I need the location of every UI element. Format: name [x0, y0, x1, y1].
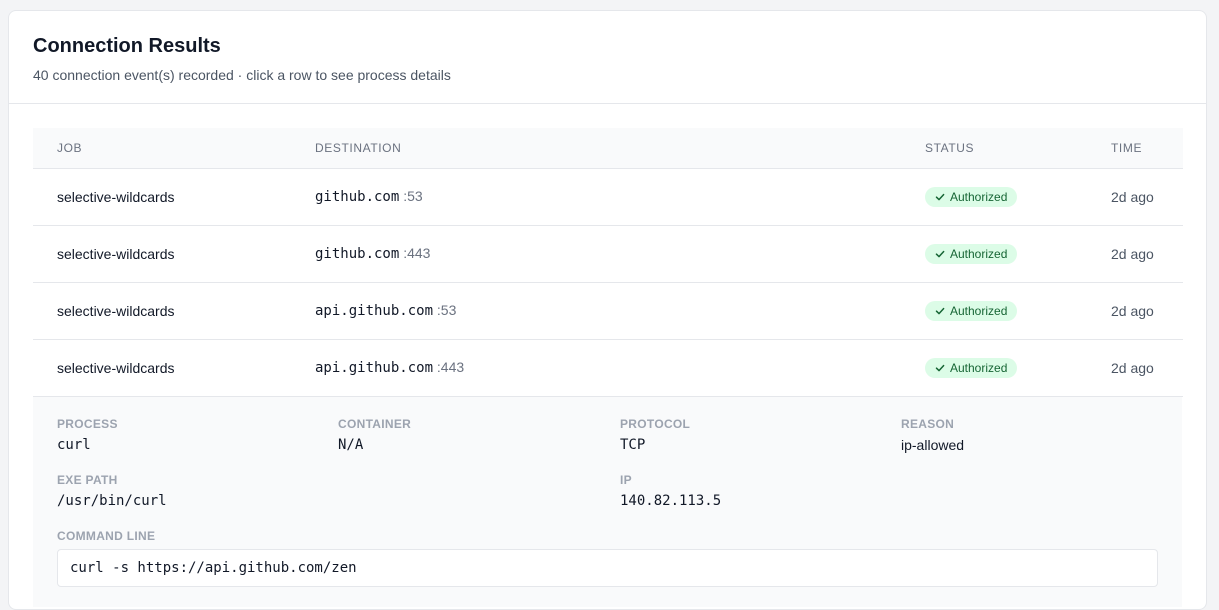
command-line-label: COMMAND LINE [57, 528, 156, 543]
protocol-field: PROTOCOL TCP [620, 417, 690, 453]
connections-table: JOB DESTINATION STATUS TIME selective-wi… [33, 128, 1183, 397]
reason-field: REASON ip-allowed [901, 417, 964, 453]
process-field: PROCESS curl [57, 417, 118, 453]
destination-cell: github.com :53 [291, 168, 901, 225]
status-cell: Authorized [901, 225, 1087, 282]
container-label: CONTAINER [338, 416, 412, 431]
ip-value: 140.82.113.5 [620, 492, 722, 509]
table-header-row: JOB DESTINATION STATUS TIME [33, 128, 1183, 168]
reason-value: ip-allowed [901, 436, 965, 453]
status-cell: Authorized [901, 168, 1087, 225]
table-row[interactable]: selective-wildcards api.github.com :53 A… [33, 282, 1183, 339]
exe-path-label: EXE PATH [57, 472, 118, 487]
destination-host: github.com [315, 189, 400, 205]
check-icon [935, 364, 945, 371]
destination-cell: api.github.com :443 [291, 339, 901, 396]
container-value: N/A [338, 436, 364, 453]
process-details-panel: PROCESS curl CONTAINER N/A PROTOCOL TCP … [33, 396, 1182, 607]
time-cell: 2d ago [1111, 245, 1154, 262]
time-cell: 2d ago [1111, 359, 1154, 376]
time-cell: 2d ago [1111, 188, 1154, 205]
status-cell: Authorized [901, 282, 1087, 339]
status-cell: Authorized [901, 339, 1087, 396]
status-badge: Authorized [925, 357, 1018, 378]
process-value: curl [57, 436, 91, 453]
process-label: PROCESS [57, 416, 118, 431]
destination-host: api.github.com [315, 360, 434, 376]
destination-host: github.com [315, 246, 400, 262]
column-header-destination[interactable]: DESTINATION [291, 128, 901, 168]
destination-port: :53 [403, 188, 423, 204]
ip-field: IP 140.82.113.5 [620, 473, 721, 509]
column-header-status[interactable]: STATUS [901, 128, 1087, 168]
table-row[interactable]: selective-wildcards github.com :53 Autho… [33, 168, 1183, 225]
card-body: JOB DESTINATION STATUS TIME selective-wi… [9, 104, 1206, 607]
status-badge: Authorized [925, 243, 1018, 264]
destination-cell: github.com :443 [291, 225, 901, 282]
destination-cell: api.github.com :53 [291, 282, 901, 339]
protocol-value: TCP [620, 436, 646, 453]
status-badge: Authorized [925, 186, 1018, 207]
status-label: Authorized [950, 189, 1008, 204]
status-badge: Authorized [925, 300, 1018, 321]
connection-results-card: Connection Results 40 connection event(s… [8, 10, 1207, 610]
job-cell: selective-wildcards [57, 302, 175, 319]
column-header-job[interactable]: JOB [33, 128, 291, 168]
destination-port: :443 [436, 359, 465, 375]
reason-label: REASON [901, 416, 955, 431]
details-grid: PROCESS curl CONTAINER N/A PROTOCOL TCP … [57, 417, 1158, 529]
exe-path-field: EXE PATH /usr/bin/curl [57, 473, 167, 509]
destination-port: :443 [403, 245, 431, 261]
protocol-label: PROTOCOL [620, 416, 691, 431]
status-label: Authorized [950, 246, 1008, 261]
check-icon [935, 307, 945, 314]
page-subtitle: 40 connection event(s) recorded · click … [33, 67, 451, 83]
card-header: Connection Results 40 connection event(s… [9, 11, 1206, 104]
status-label: Authorized [950, 303, 1008, 318]
status-label: Authorized [950, 360, 1008, 375]
check-icon [935, 250, 945, 257]
job-cell: selective-wildcards [57, 359, 175, 376]
ip-label: IP [620, 472, 632, 487]
table-row[interactable]: selective-wildcards github.com :443 Auth… [33, 225, 1183, 282]
column-header-time[interactable]: TIME [1087, 128, 1183, 168]
table-row-selected[interactable]: selective-wildcards api.github.com :443 … [33, 339, 1183, 396]
page-title: Connection Results [33, 35, 221, 57]
time-cell: 2d ago [1111, 302, 1154, 319]
job-cell: selective-wildcards [57, 188, 175, 205]
destination-host: api.github.com [315, 303, 434, 319]
container-field: CONTAINER N/A [338, 417, 411, 453]
destination-port: :53 [436, 302, 457, 318]
exe-path-value: /usr/bin/curl [57, 492, 167, 509]
check-icon [935, 193, 945, 200]
job-cell: selective-wildcards [57, 245, 175, 262]
command-line-box[interactable]: curl -s https://api.github.com/zen [57, 548, 1158, 587]
